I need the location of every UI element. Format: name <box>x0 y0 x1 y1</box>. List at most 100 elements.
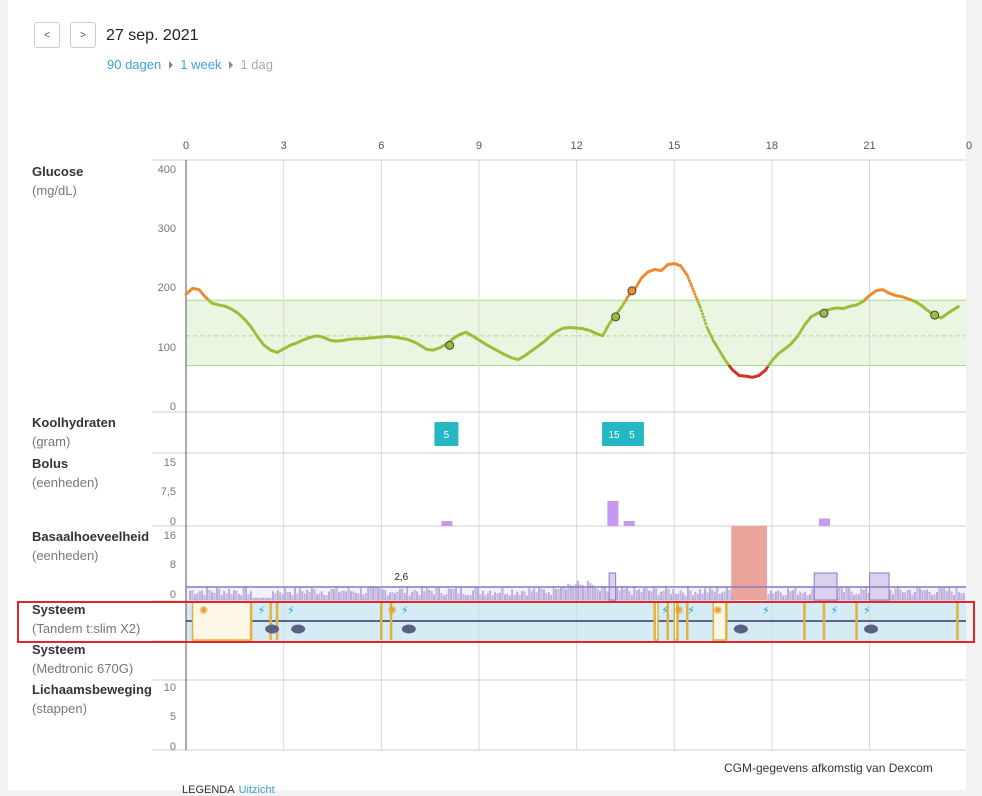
basal-micro-bar <box>223 590 225 601</box>
hour-tick-label: 12 <box>570 140 582 152</box>
basal-micro-bar <box>489 590 492 601</box>
basal-micro-bar <box>235 590 238 601</box>
basal-micro-bar <box>318 593 321 601</box>
basal-micro-bar <box>355 593 357 601</box>
basal-micro-bar <box>862 589 865 601</box>
basal-micro-bar <box>779 592 782 601</box>
basal-micro-bar <box>294 586 296 601</box>
basal-micro-bar <box>386 595 389 601</box>
basal-micro-bar <box>904 592 907 601</box>
glucose-reading <box>690 284 694 288</box>
bolus-bar <box>441 521 453 526</box>
basal-micro-bar <box>577 580 579 601</box>
glucose-reading <box>691 287 695 291</box>
basal-micro-bar <box>303 593 306 601</box>
basal-micro-bar <box>687 586 689 601</box>
basal-micro-bar <box>516 591 518 601</box>
basal-micro-bar <box>897 586 899 601</box>
basal-micro-bar <box>665 585 667 601</box>
glucose-reading <box>700 312 704 316</box>
glucose-reading <box>698 305 702 309</box>
hour-tick-label: 0 <box>183 140 189 152</box>
daily-chart: 0 3 6 9 12 15 18 21 0 400 300 200 100 0 15 7,5 0 16 8 0 10 5 0… <box>152 140 972 753</box>
carb-entry-label: 5 <box>444 430 450 441</box>
hour-tick-label: 3 <box>281 140 287 152</box>
basal-micro-bar <box>477 587 479 601</box>
glucose-reading <box>686 276 690 280</box>
basal-micro-bar <box>640 591 643 601</box>
basal-micro-bar <box>911 594 914 601</box>
basal-micro-bar <box>569 585 572 601</box>
basal-micro-bar <box>438 586 440 601</box>
basal-micro-bar <box>364 593 367 601</box>
basal-micro-bar <box>770 591 772 601</box>
basal-micro-bar <box>257 597 260 601</box>
basal-micro-bar <box>899 589 902 601</box>
basal-micro-bar <box>403 593 406 601</box>
hour-tick-label: 9 <box>476 140 482 152</box>
basal-micro-bar <box>425 587 428 601</box>
basal-micro-bar <box>726 586 728 601</box>
basal-micro-bar <box>660 592 662 601</box>
basal-micro-bar <box>345 591 348 601</box>
basal-micro-bar <box>377 587 379 601</box>
basal-micro-bar <box>215 588 218 601</box>
basal-micro-bar <box>501 587 504 601</box>
legend-view-link[interactable]: Uitzicht <box>239 784 275 796</box>
fingerstick-reading <box>445 340 455 350</box>
basal-micro-bar <box>540 588 543 601</box>
basal-micro-bar <box>418 594 421 601</box>
basal-micro-bar <box>721 592 723 601</box>
basal-micro-bar <box>638 589 640 601</box>
basal-micro-bar <box>950 591 953 601</box>
basal-micro-bar <box>804 591 807 601</box>
basal-micro-bar <box>274 593 277 601</box>
basal-micro-bar <box>281 594 284 601</box>
basal-micro-bar <box>455 587 457 601</box>
basal-micro-bar <box>362 594 365 601</box>
basal-micro-bar <box>228 589 230 601</box>
basal-micro-bar <box>645 588 648 601</box>
basal-micro-bar <box>943 586 946 601</box>
basal-micro-bar <box>843 592 846 601</box>
basal-micro-bar <box>941 588 943 601</box>
basal-micro-bar <box>369 587 372 601</box>
basal-micro-bar <box>543 589 545 601</box>
basal-micro-bar <box>545 593 548 601</box>
basal-micro-bar <box>889 589 892 601</box>
basal-micro-bar <box>191 590 194 601</box>
basal-micro-bar <box>391 592 394 601</box>
basal-micro-bar <box>606 591 609 601</box>
basal-micro-bar <box>916 587 919 601</box>
basal-micro-bar <box>347 587 350 601</box>
basal-micro-bar <box>621 585 623 601</box>
basal-micro-bar <box>401 588 404 601</box>
glucose-tick-label: 100 <box>158 342 176 354</box>
glucose-tick-label: 300 <box>158 223 176 235</box>
target-range-band <box>186 300 966 366</box>
hour-tick-label-edge: 0 <box>966 140 972 152</box>
basal-micro-bar <box>474 587 477 601</box>
basal-micro-bar <box>958 592 960 601</box>
basal-micro-bar <box>196 593 199 601</box>
basal-micro-bar <box>469 595 472 601</box>
basal-micro-bar <box>357 593 360 601</box>
fingerstick-reading <box>627 286 637 296</box>
basal-micro-bar <box>626 587 628 601</box>
basal-micro-bar <box>367 588 370 601</box>
basal-micro-bar <box>213 593 216 601</box>
glucose-tick-label: 200 <box>158 282 176 294</box>
basal-micro-bar <box>428 589 431 601</box>
basal-micro-bar <box>962 593 965 601</box>
basal-micro-bar <box>430 591 433 601</box>
basal-micro-bar <box>320 591 323 601</box>
basal-micro-bar <box>560 587 562 601</box>
cgm-source-note: CGM-gegevens afkomstig van Dexcom <box>724 761 933 775</box>
basal-micro-bar <box>555 589 557 601</box>
bolus-bar <box>623 521 635 526</box>
basal-micro-bar <box>948 587 951 601</box>
basal-micro-bar <box>508 595 511 601</box>
basal-micro-bar <box>731 594 733 601</box>
basal-micro-bar <box>589 583 592 601</box>
hour-tick-label: 21 <box>863 140 875 152</box>
